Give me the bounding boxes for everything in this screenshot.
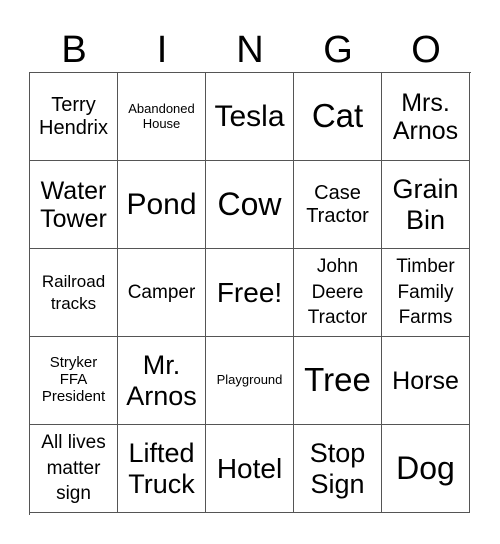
bingo-cell[interactable]: Hotel [206,425,294,513]
bingo-cell free-space[interactable]: Free! [206,249,294,337]
bingo-cell[interactable]: John Deere Tractor [294,249,382,337]
cell-text: Pond [126,187,197,221]
cell-text: Camper [127,281,196,303]
cell-text: Lifted Truck [128,438,195,499]
bingo-grid: Terry Hendrix Abandoned House Tesla Cat … [29,72,471,515]
cell-text: Horse [392,366,459,395]
bingo-cell[interactable]: Water Tower [30,161,118,249]
cell-text: Terry Hendrix [39,94,108,139]
bingo-cell[interactable]: Pond [118,161,206,249]
bingo-cell[interactable]: Timber Family Farms [382,249,470,337]
cell-text: Abandoned House [128,100,195,131]
cell-text: Case Tractor [306,182,369,227]
cell-text: Hotel [216,452,283,484]
cell-text: Mrs. Arnos [392,88,459,145]
bingo-cell[interactable]: Terry Hendrix [30,73,118,161]
bingo-cell[interactable]: Grain Bin [382,161,470,249]
bingo-cell[interactable]: All lives matter sign [30,425,118,513]
bingo-cell[interactable]: Cat [294,73,382,161]
cell-text: Tesla [214,99,285,133]
cell-text: Grain Bin [392,174,459,235]
cell-text: Tree [304,361,371,399]
bingo-cell[interactable]: Abandoned House [118,73,206,161]
header-letter-n: N [236,29,264,71]
cell-text: Mr. Arnos [126,350,197,411]
bingo-cell[interactable]: Case Tractor [294,161,382,249]
bingo-cell[interactable]: Railroad tracks [30,249,118,337]
bingo-cell[interactable]: Cow [206,161,294,249]
cell-text: Timber Family Farms [396,256,455,329]
header-letter-b: B [61,29,87,71]
bingo-cell[interactable]: Mrs. Arnos [382,73,470,161]
header-letter-o: O [411,29,441,71]
cell-text: John Deere Tractor [307,256,368,329]
cell-text: Water Tower [40,176,107,233]
bingo-cell[interactable]: Tree [294,337,382,425]
bingo-cell[interactable]: Mr. Arnos [118,337,206,425]
bingo-cell[interactable]: Camper [118,249,206,337]
cell-text: Cow [217,185,282,222]
header-letter-i: I [156,29,168,71]
bingo-cell[interactable]: Stop Sign [294,425,382,513]
bingo-cell[interactable]: Horse [382,337,470,425]
cell-text: Stop Sign [309,438,366,499]
bingo-cell[interactable]: Playground [206,337,294,425]
cell-text: Free! [216,276,283,308]
bingo-header: B I N G O [30,28,470,73]
cell-text: Railroad tracks [41,272,106,313]
cell-text: Cat [311,97,364,135]
bingo-cell[interactable]: Dog [382,425,470,513]
bingo-cell[interactable]: Stryker FFA President [30,337,118,425]
header-letter-g: G [323,29,353,71]
cell-text: Stryker FFA President [41,354,106,405]
cell-text: Dog [396,449,455,486]
bingo-cell[interactable]: Lifted Truck [118,425,206,513]
bingo-cell[interactable]: Tesla [206,73,294,161]
cell-text: All lives matter sign [41,432,106,505]
cell-text: Playground [216,372,283,388]
